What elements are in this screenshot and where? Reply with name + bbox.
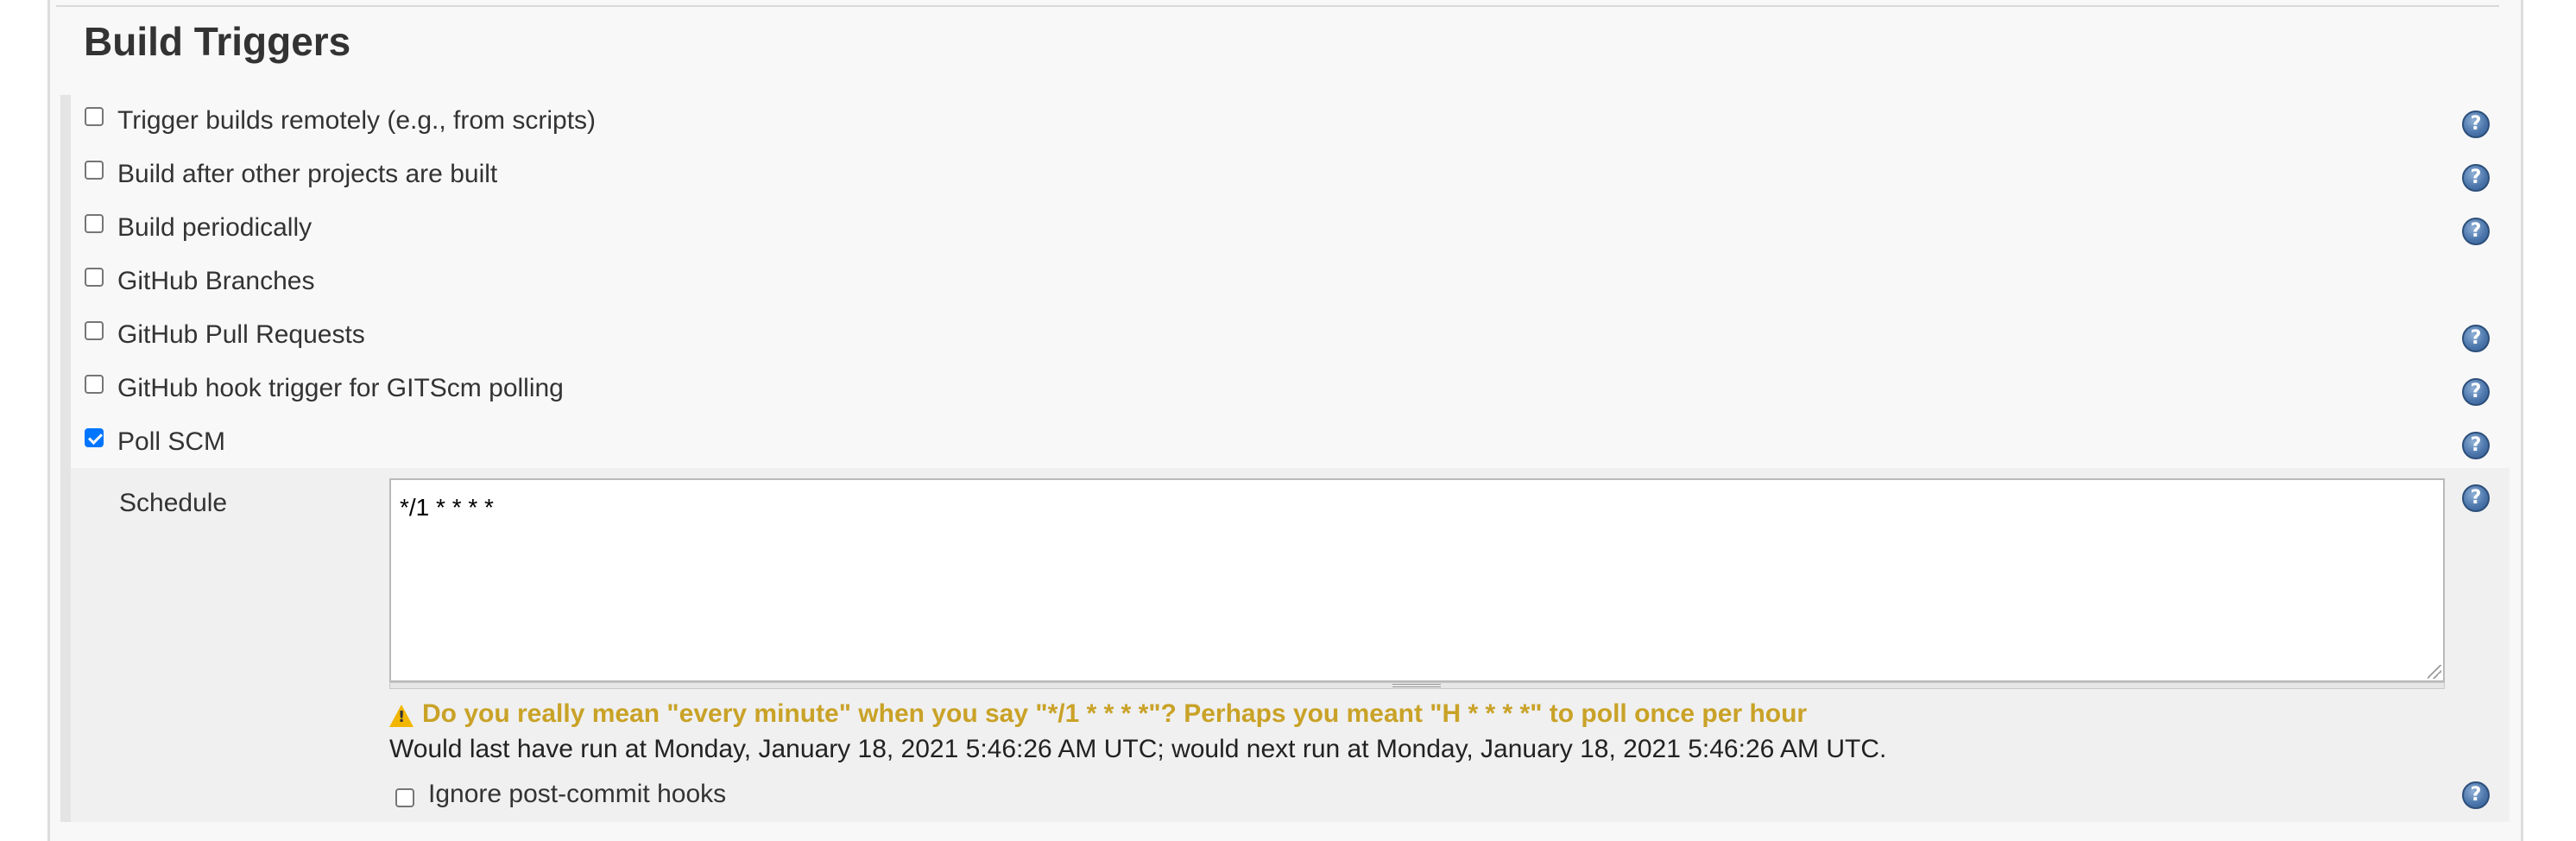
option-label: Trigger builds remotely (e.g., from scri… — [117, 106, 597, 135]
checkbox-trigger-remotely[interactable] — [85, 107, 104, 126]
build-triggers-page: Build Triggers Trigger builds remotely (… — [0, 0, 2576, 841]
section-divider — [56, 5, 2499, 7]
warning-text: Do you really mean "every minute" when y… — [422, 699, 1808, 728]
textarea-resize-corner[interactable] — [2428, 665, 2441, 679]
option-label: Poll SCM — [117, 427, 226, 456]
option-label: GitHub hook trigger for GITScm polling — [117, 374, 564, 402]
checkbox-github-branches[interactable] — [85, 268, 104, 287]
option-label: Ignore post-commit hooks — [428, 780, 727, 808]
option-github-hook-trigger[interactable]: GitHub hook trigger for GITScm polling — [85, 366, 564, 411]
option-github-pull-requests[interactable]: GitHub Pull Requests — [85, 313, 365, 357]
option-ignore-post-commit-hooks[interactable]: Ignore post-commit hooks — [395, 772, 726, 817]
section-indent-bar — [60, 95, 71, 822]
resize-grip-icon[interactable] — [1392, 684, 1441, 687]
option-github-branches[interactable]: GitHub Branches — [85, 259, 314, 304]
schedule-textarea[interactable]: */1 * * * * — [389, 478, 2445, 682]
schedule-label: Schedule — [119, 489, 228, 517]
option-build-periodically[interactable]: Build periodically — [85, 206, 312, 250]
help-icon[interactable]: ? — [2462, 218, 2490, 245]
option-label: GitHub Branches — [117, 267, 315, 295]
option-poll-scm[interactable]: Poll SCM — [85, 420, 225, 465]
option-trigger-remotely[interactable]: Trigger builds remotely (e.g., from scri… — [85, 98, 596, 143]
checkbox-github-pull-requests[interactable] — [85, 321, 104, 340]
option-label: Build after other projects are built — [117, 160, 498, 188]
section-title: Build Triggers — [84, 19, 351, 64]
help-icon[interactable]: ? — [2462, 164, 2490, 192]
help-icon[interactable]: ? — [2462, 781, 2490, 809]
help-icon[interactable]: ? — [2462, 325, 2490, 352]
option-label: GitHub Pull Requests — [117, 320, 365, 349]
schedule-run-info: Would last have run at Monday, January 1… — [389, 735, 1887, 763]
option-label: Build periodically — [117, 213, 313, 242]
checkbox-build-periodically[interactable] — [85, 214, 104, 233]
help-icon[interactable]: ? — [2462, 378, 2490, 406]
schedule-warning: Do you really mean "every minute" when y… — [389, 699, 1807, 729]
checkbox-ignore-post-commit-hooks[interactable] — [395, 788, 414, 807]
warning-icon — [389, 705, 414, 727]
help-icon[interactable]: ? — [2462, 484, 2490, 512]
option-build-after-other-projects[interactable]: Build after other projects are built — [85, 152, 497, 197]
checkbox-poll-scm[interactable] — [85, 428, 104, 447]
help-icon[interactable]: ? — [2462, 432, 2490, 459]
help-icon[interactable]: ? — [2462, 111, 2490, 138]
checkbox-github-hook-trigger[interactable] — [85, 375, 104, 394]
checkbox-build-after-other-projects[interactable] — [85, 161, 104, 180]
